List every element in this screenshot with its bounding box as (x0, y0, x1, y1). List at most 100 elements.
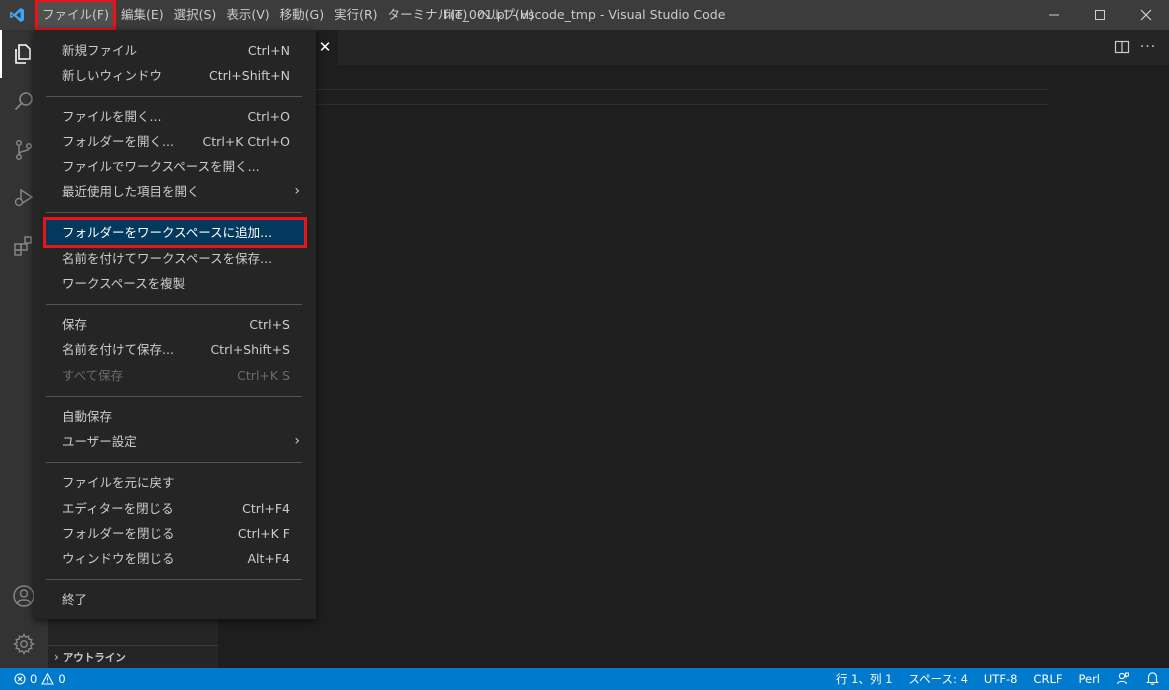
error-icon (14, 673, 26, 685)
minimize-button[interactable] (1031, 0, 1077, 30)
window-controls (1031, 0, 1169, 30)
menu-auto-save[interactable]: 自動保存 (46, 404, 304, 429)
tab-bar: ✕ ··· (218, 30, 1169, 65)
warning-count: 0 (58, 672, 66, 686)
menu-item-label: フォルダーを閉じる (62, 526, 175, 541)
title-bar: ファイル(F) 編集(E) 選択(S) 表示(V) 移動(G) 実行(R) ター… (0, 0, 1169, 31)
menu-item-shortcut: Ctrl+F4 (242, 501, 290, 516)
error-count: 0 (30, 672, 38, 686)
menu-new-file[interactable]: 新規ファイル Ctrl+N (46, 38, 304, 63)
editor-area[interactable] (218, 65, 1169, 668)
status-right-group: 行 1、列 1 スペース: 4 UTF-8 CRLF Perl (820, 668, 1159, 690)
menu-separator (46, 96, 302, 97)
menu-run[interactable]: 実行(R) (330, 0, 381, 30)
indentation-status[interactable]: スペース: 4 (908, 671, 967, 687)
menu-open-file[interactable]: ファイルを開く... Ctrl+O (46, 104, 304, 129)
menu-selection[interactable]: 選択(S) (170, 0, 221, 30)
outline-section-header[interactable]: › アウトライン (48, 645, 218, 668)
menu-revert-file[interactable]: ファイルを元に戻す (46, 470, 304, 495)
menu-save-all: すべて保存 Ctrl+K S (46, 363, 304, 388)
menu-item-label: 自動保存 (62, 409, 113, 424)
menu-separator (46, 212, 302, 213)
menu-view[interactable]: 表示(V) (222, 0, 273, 30)
source-control-icon (15, 139, 33, 161)
bell-icon (1146, 671, 1159, 685)
outline-label: アウトライン (62, 651, 126, 664)
menu-file[interactable]: ファイル(F) (35, 0, 116, 31)
chevron-right-icon: › (54, 650, 59, 664)
manage-gear-icon (13, 633, 35, 655)
tab-close-icon[interactable]: ✕ (316, 38, 334, 56)
menu-save-as[interactable]: 名前を付けて保存... Ctrl+Shift+S (46, 337, 304, 362)
maximize-icon (1095, 10, 1105, 20)
feedback-button[interactable] (1116, 671, 1130, 688)
split-editor-icon (1114, 40, 1130, 54)
close-window-button[interactable] (1123, 0, 1169, 30)
encoding-status[interactable]: UTF-8 (984, 672, 1018, 686)
menu-item-shortcut: Ctrl+K S (237, 368, 290, 383)
run-debug-icon (14, 188, 34, 207)
menu-add-folder-to-workspace[interactable]: フォルダーをワークスペースに追加... (43, 217, 307, 248)
active-indicator (0, 30, 2, 78)
menu-close-editor[interactable]: エディターを閉じる Ctrl+F4 (46, 496, 304, 521)
menu-separator (46, 579, 302, 580)
chevron-right-icon: › (294, 433, 300, 449)
menu-terminal[interactable]: ターミナル(T) (384, 0, 472, 30)
manage-button[interactable] (0, 620, 48, 668)
menu-open-recent[interactable]: 最近使用した項目を開く › (46, 179, 304, 204)
minimize-icon (1049, 14, 1059, 16)
menu-separator (46, 462, 302, 463)
menu-item-label: ファイルを元に戻す (62, 475, 175, 490)
menu-help[interactable]: ヘルプ(H) (473, 0, 538, 30)
eol-status[interactable]: CRLF (1033, 672, 1062, 686)
menu-item-shortcut: Alt+F4 (247, 551, 290, 566)
menu-edit[interactable]: 編集(E) (117, 0, 168, 30)
search-icon (14, 92, 33, 111)
split-editor-button[interactable] (1113, 38, 1131, 56)
menu-item-shortcut: Ctrl+Shift+N (209, 68, 290, 83)
menu-item-shortcut: Ctrl+Shift+S (210, 342, 290, 357)
close-icon (1140, 9, 1152, 21)
menu-bar: ファイル(F) 編集(E) 選択(S) 表示(V) 移動(G) 実行(R) ター… (34, 0, 540, 31)
maximize-button[interactable] (1077, 0, 1123, 30)
menu-item-shortcut: Ctrl+N (247, 43, 290, 58)
accounts-icon (13, 585, 35, 607)
menu-item-label: 新しいウィンドウ (62, 68, 163, 83)
menu-close-folder[interactable]: フォルダーを閉じる Ctrl+K F (46, 521, 304, 546)
menu-open-workspace[interactable]: ファイルでワークスペースを開く... (46, 154, 304, 179)
menu-item-label: ユーザー設定 (62, 434, 137, 449)
cursor-position[interactable]: 行 1、列 1 (836, 671, 892, 687)
menu-item-label: フォルダーを開く... (62, 134, 174, 149)
menu-save-workspace-as[interactable]: 名前を付けてワークスペースを保存... (46, 246, 304, 271)
menu-item-label: 新規ファイル (62, 43, 138, 58)
menu-close-window[interactable]: ウィンドウを閉じる Alt+F4 (46, 546, 304, 571)
menu-open-folder[interactable]: フォルダーを開く... Ctrl+K Ctrl+O (46, 129, 304, 154)
menu-item-label: ワークスペースを複製 (62, 276, 186, 291)
menu-item-shortcut: Ctrl+S (249, 317, 290, 332)
menu-item-shortcut: Ctrl+O (247, 109, 290, 124)
editor-divider (314, 89, 1048, 90)
menu-separator (46, 396, 302, 397)
menu-separator (46, 304, 302, 305)
menu-item-label: 名前を付けて保存... (62, 342, 174, 357)
menu-item-label: ファイルでワークスペースを開く... (62, 159, 260, 174)
menu-duplicate-workspace[interactable]: ワークスペースを複製 (46, 271, 304, 296)
file-menu-dropdown: 新規ファイル Ctrl+N 新しいウィンドウ Ctrl+Shift+N ファイル… (34, 30, 316, 619)
menu-exit[interactable]: 終了 (46, 587, 304, 612)
menu-item-label: 名前を付けてワークスペースを保存... (62, 251, 273, 266)
menu-item-label: 保存 (62, 317, 88, 332)
chevron-right-icon: › (294, 183, 300, 199)
menu-save[interactable]: 保存 Ctrl+S (46, 312, 304, 337)
menu-item-label: 最近使用した項目を開く (62, 184, 200, 199)
menu-go[interactable]: 移動(G) (276, 0, 328, 30)
menu-new-window[interactable]: 新しいウィンドウ Ctrl+Shift+N (46, 63, 304, 88)
menu-preferences[interactable]: ユーザー設定 › (46, 429, 304, 454)
menu-item-label: ファイルを開く... (62, 109, 162, 124)
explorer-icon (15, 44, 31, 64)
problems-status[interactable]: 0 0 (0, 672, 66, 686)
language-mode[interactable]: Perl (1078, 672, 1100, 686)
notifications-button[interactable] (1146, 671, 1159, 688)
more-actions-icon[interactable]: ··· (1139, 38, 1157, 56)
feedback-icon (1116, 672, 1129, 684)
menu-item-label: フォルダーをワークスペースに追加... (62, 225, 273, 240)
